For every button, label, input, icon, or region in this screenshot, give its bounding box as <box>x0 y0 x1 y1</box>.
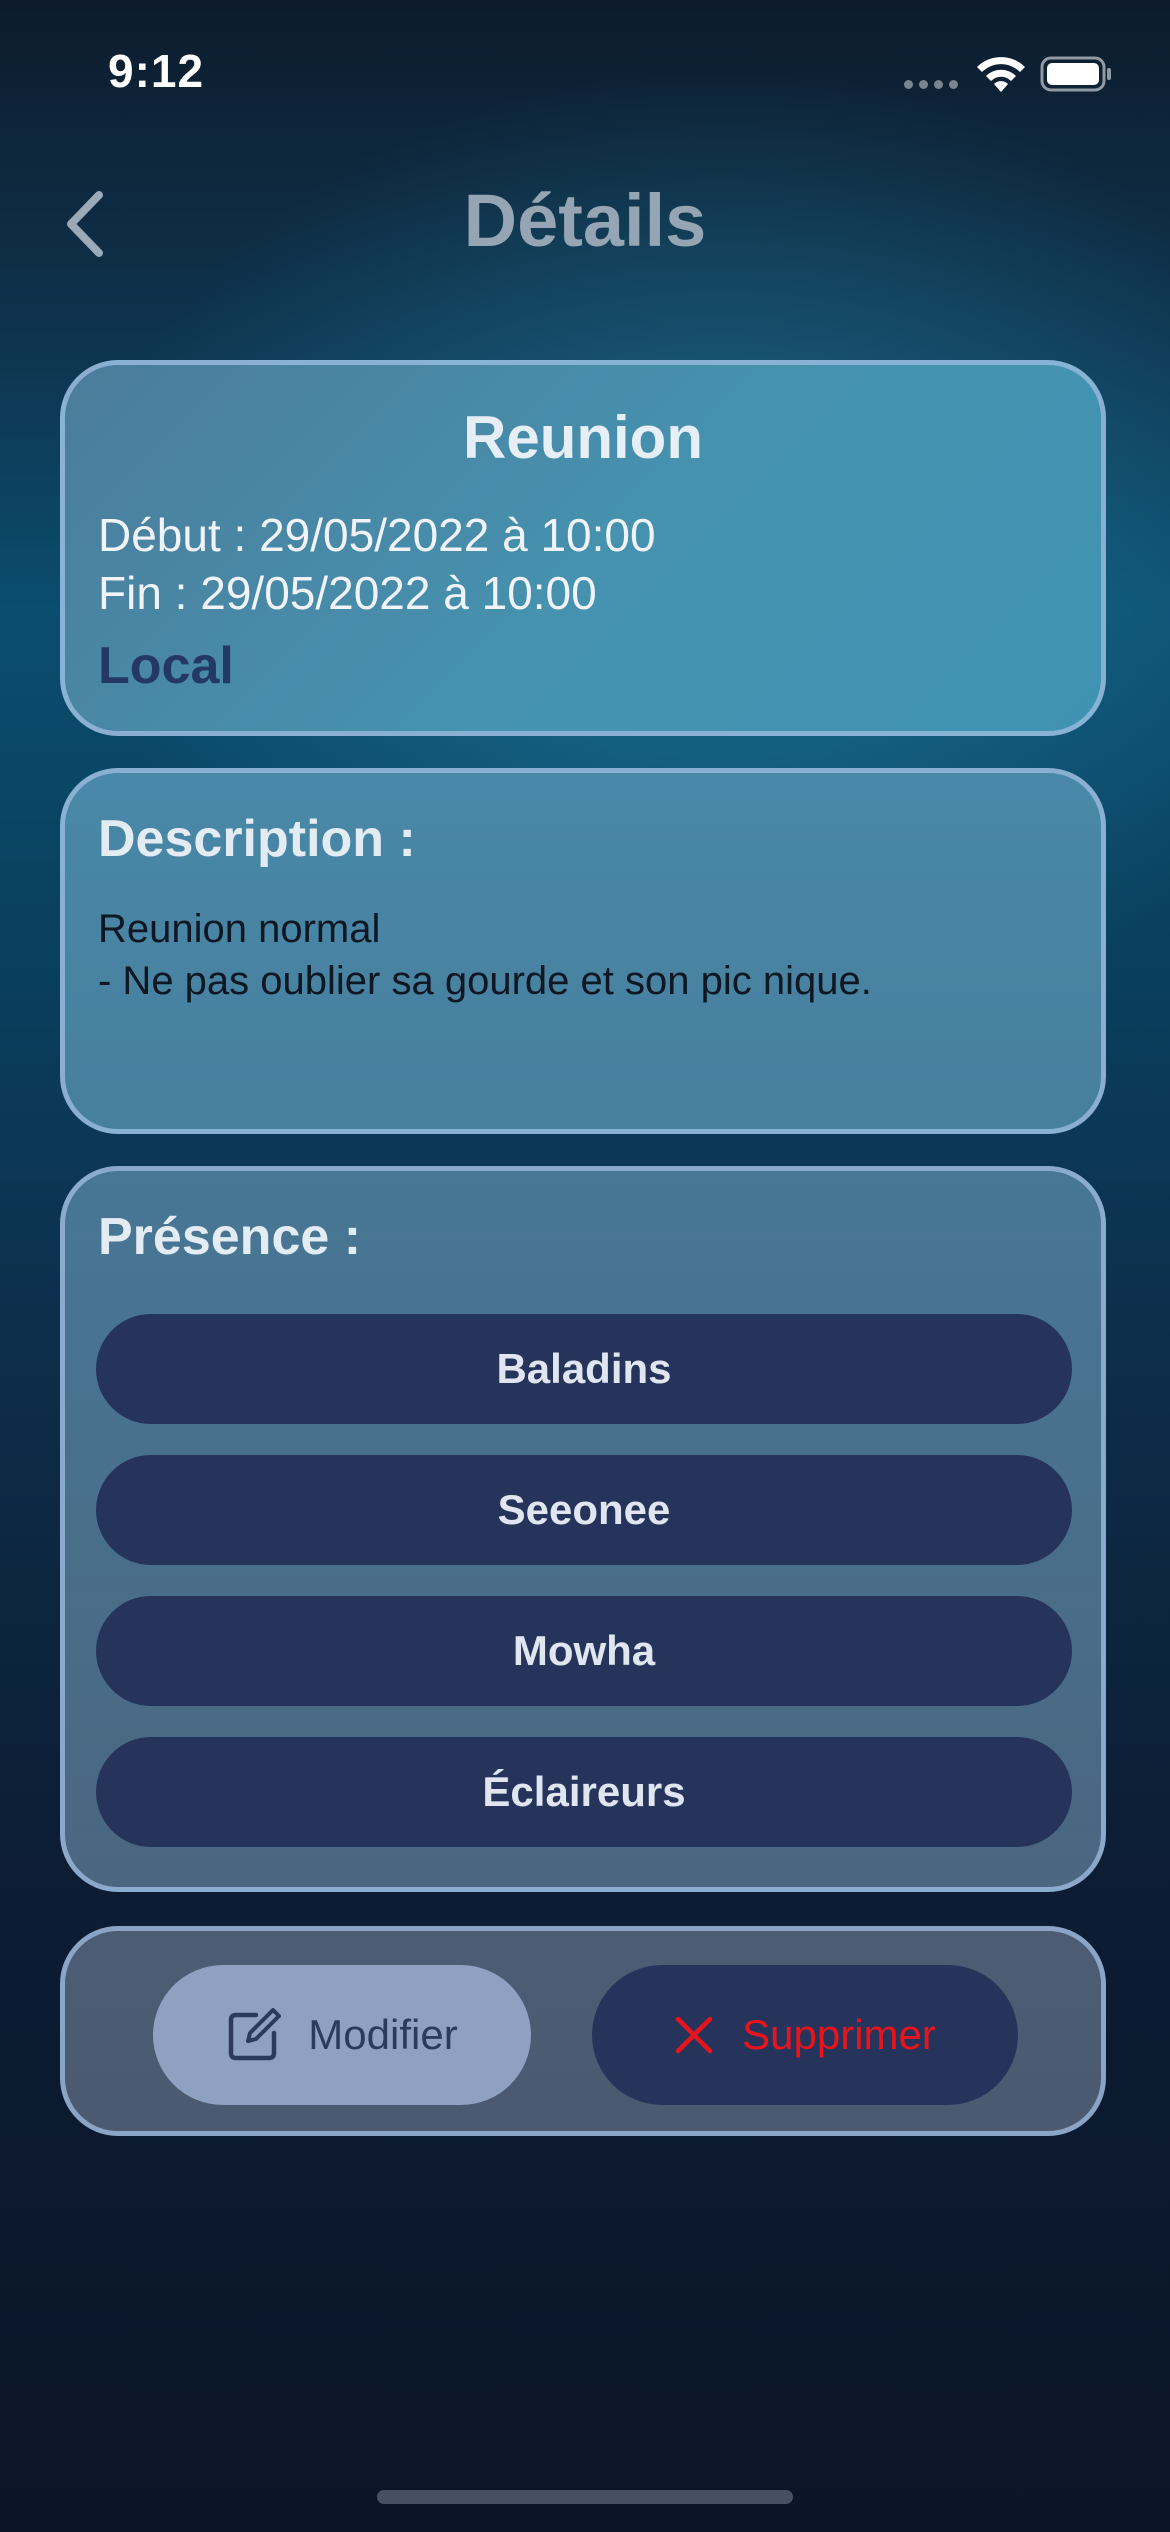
delete-button-label: Supprimer <box>742 2011 936 2058</box>
event-info-card: Reunion Début : 29/05/2022 à 10:00 Fin :… <box>60 360 1106 736</box>
presence-group-list: Baladins Seeonee Mowha Éclaireurs <box>96 1314 1072 1878</box>
page-title: Détails <box>463 179 707 262</box>
group-button-seeonee[interactable]: Seeonee <box>96 1455 1072 1565</box>
presence-card: Présence : Baladins Seeonee Mowha Éclair… <box>60 1166 1106 1892</box>
status-time: 9:12 <box>108 45 205 97</box>
chevron-left-icon <box>67 191 103 257</box>
status-bar: 9:12 <box>0 0 1170 140</box>
presence-label: Présence : <box>98 1208 362 1266</box>
group-button-baladins[interactable]: Baladins <box>96 1314 1072 1424</box>
navigation-header: Détails <box>0 170 1170 270</box>
back-button[interactable] <box>50 184 120 264</box>
modify-button[interactable]: Modifier <box>153 1965 531 2105</box>
cellular-signal-icon <box>904 80 958 89</box>
event-location: Local <box>98 637 234 695</box>
battery-icon <box>1040 56 1111 92</box>
actions-card: Modifier Supprimer <box>60 1926 1106 2136</box>
x-mark-icon <box>675 2016 713 2054</box>
description-card: Description : Reunion normal - Ne pas ou… <box>60 768 1106 1134</box>
event-end-datetime: Fin : 29/05/2022 à 10:00 <box>98 567 597 619</box>
wifi-icon <box>977 57 1025 92</box>
description-label: Description : <box>98 810 416 868</box>
group-button-mowha[interactable]: Mowha <box>96 1596 1072 1706</box>
modify-button-label: Modifier <box>308 2011 458 2058</box>
edit-square-pencil-icon <box>229 2008 282 2061</box>
event-start-datetime: Début : 29/05/2022 à 10:00 <box>98 509 656 561</box>
event-title: Reunion <box>463 404 703 471</box>
group-button-eclaireurs[interactable]: Éclaireurs <box>96 1737 1072 1847</box>
delete-button[interactable]: Supprimer <box>592 1965 1018 2105</box>
home-indicator[interactable] <box>377 2490 793 2504</box>
description-text: Reunion normal - Ne pas oublier sa gourd… <box>98 907 872 1003</box>
